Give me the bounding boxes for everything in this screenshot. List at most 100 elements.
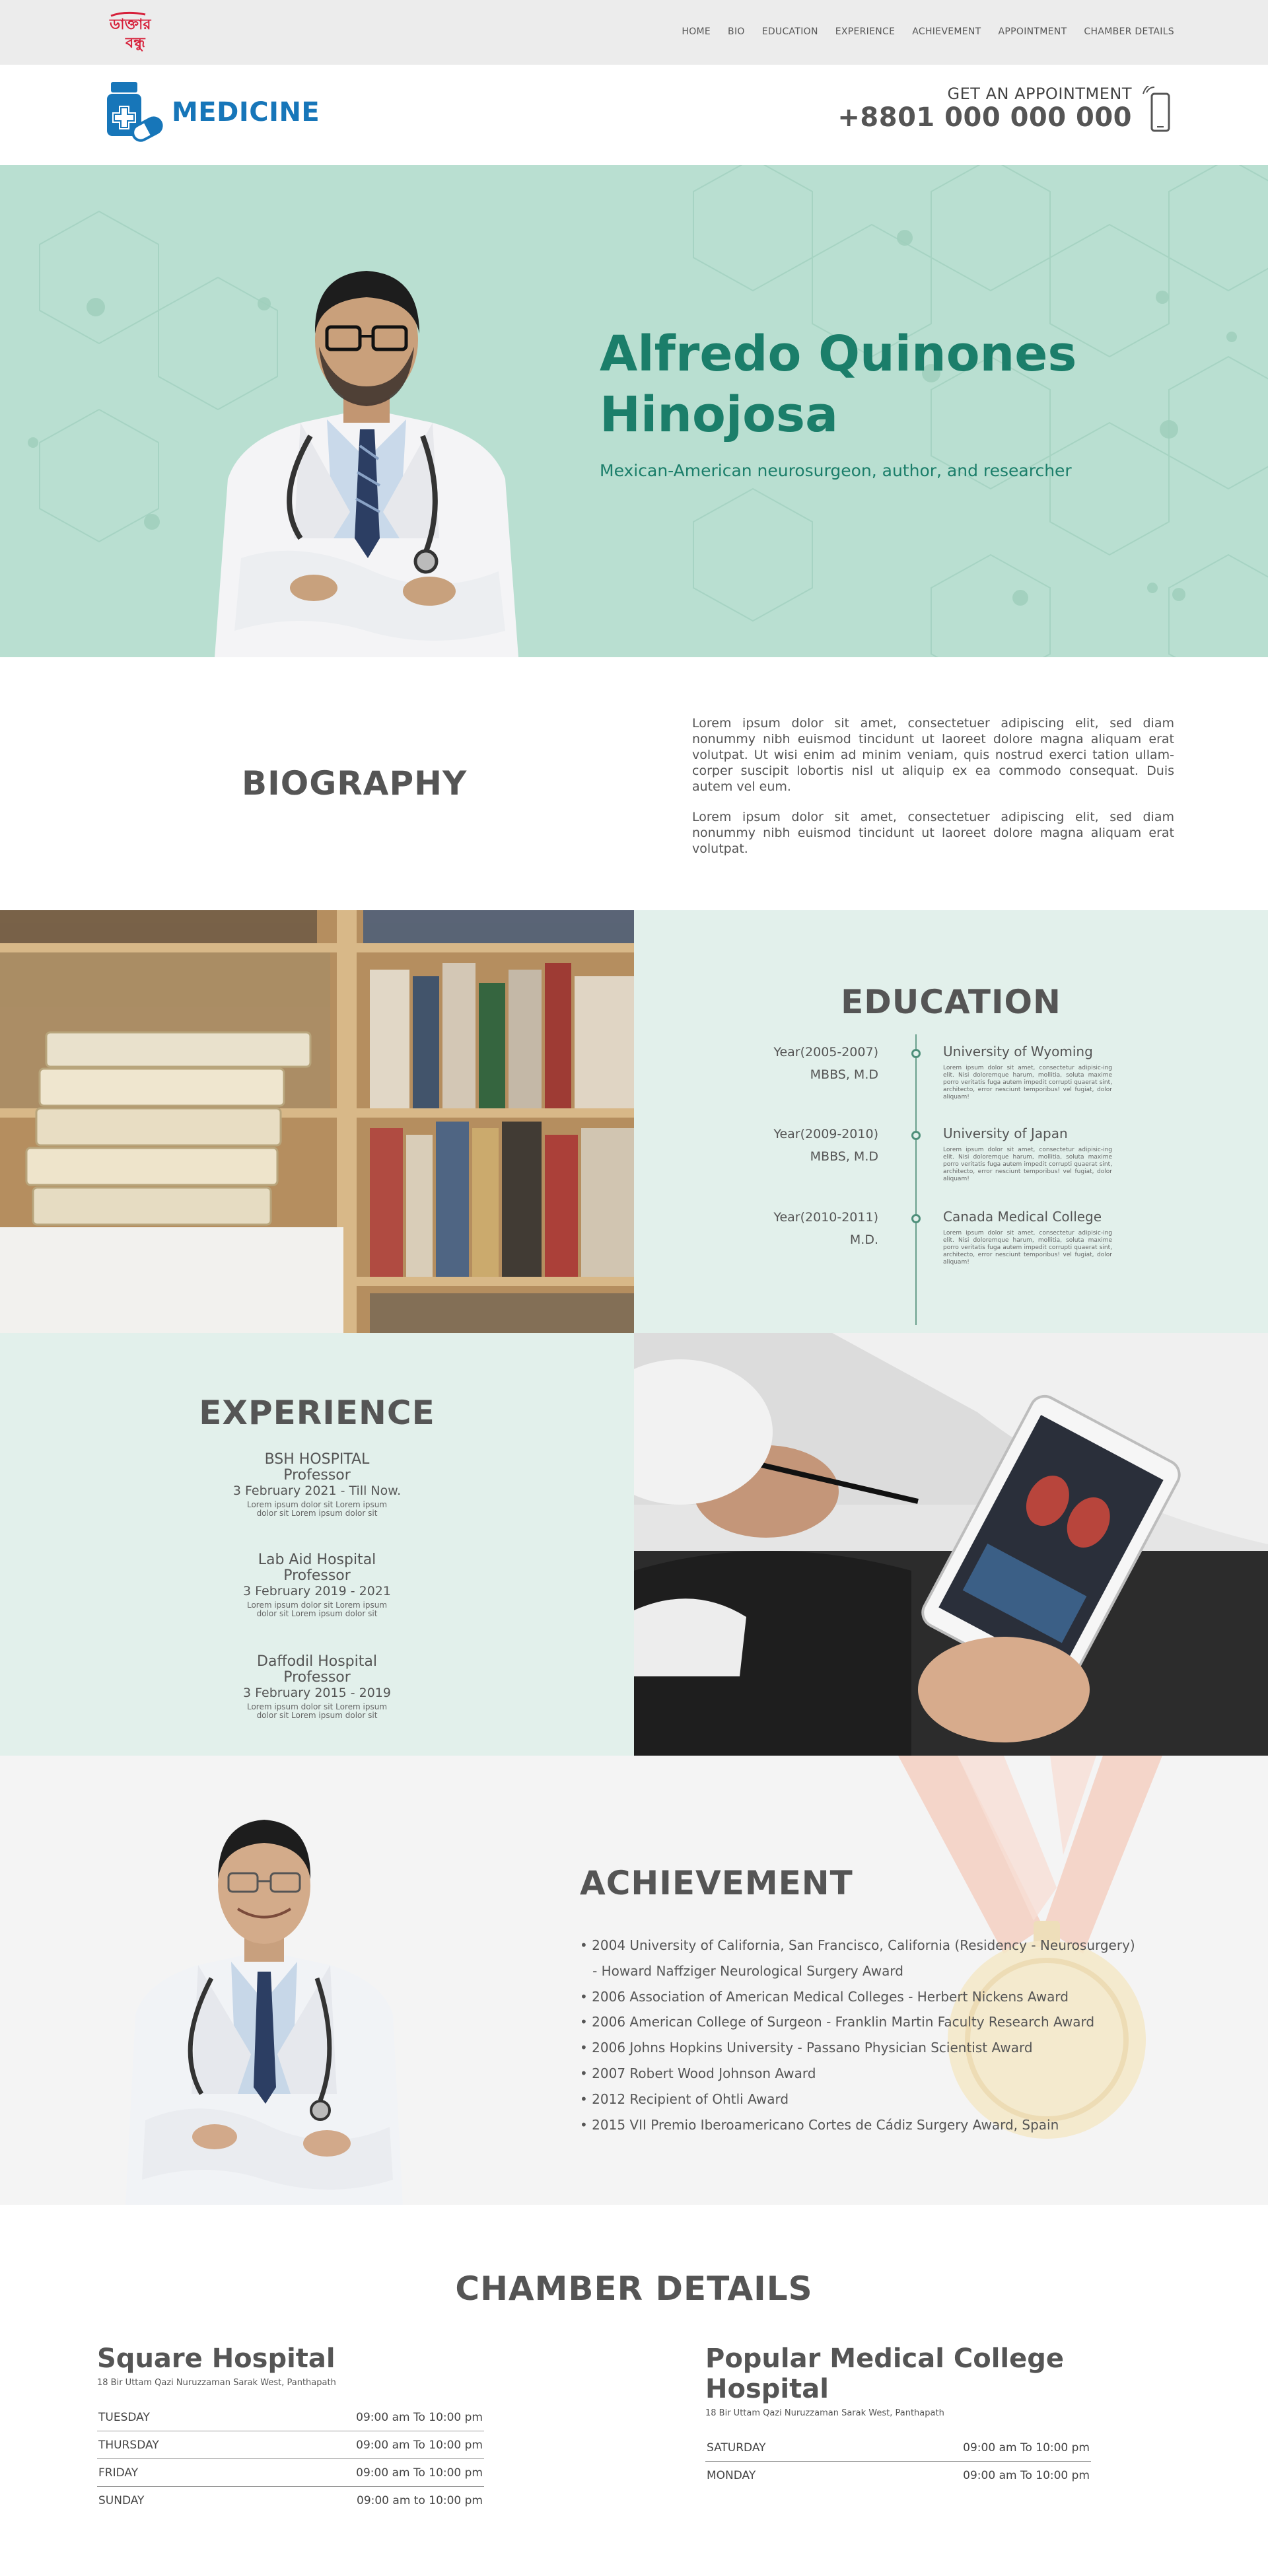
achievement-item: • 2012 Recipient of Ohtli Award — [580, 2091, 789, 2107]
schedule-row: MONDAY 09:00 am To 10:00 pm — [705, 2462, 1091, 2489]
experience-description: Lorem ipsum dolor sit Lorem ipsum dolor … — [246, 1600, 388, 1618]
hospital-name: Square Hospital — [97, 2343, 335, 2374]
nav-experience[interactable]: EXPERIENCE — [835, 26, 896, 37]
education-description: Lorem ipsum dolor sit amet, consectetur … — [943, 1147, 1112, 1182]
books-image — [0, 910, 634, 1333]
schedule-day: MONDAY — [707, 2469, 756, 2482]
experience-section: EXPERIENCE BSH HOSPITAL Professor 3 Febr… — [0, 1333, 1268, 1756]
nav-bio[interactable]: BIO — [728, 26, 745, 37]
schedule-row: TUESDAY 09:00 am To 10:00 pm — [97, 2404, 484, 2431]
education-degree: MBBS, M.D — [810, 1067, 878, 1082]
achievement-item: • 2006 American College of Surgeon - Fra… — [580, 2014, 1095, 2030]
experience-description: Lorem ipsum dolor sit Lorem ipsum dolor … — [246, 1500, 388, 1518]
achievement-item: • 2004 University of California, San Fra… — [580, 1937, 1135, 1953]
schedule-time: 09:00 am To 10:00 pm — [963, 2441, 1090, 2454]
biography-paragraph: Lorem ipsum dolor sit amet, consectetuer… — [692, 810, 1174, 856]
experience-role: Professor — [283, 1567, 351, 1584]
achievement-title: ACHIEVEMENT — [580, 1864, 853, 1902]
education-item: Year(2010-2011) M.D. Canada Medical Coll… — [634, 1206, 1268, 1285]
experience-hospital: Lab Aid Hospital — [258, 1552, 376, 1568]
education-school: Canada Medical College — [943, 1209, 1102, 1225]
experience-dates: 3 February 2015 - 2019 — [242, 1686, 391, 1700]
achievement-item: • 2015 VII Premio Iberoamericano Cortes … — [580, 2116, 1059, 2133]
achievement-item: • 2007 Robert Wood Johnson Award — [580, 2065, 816, 2081]
appointment-contact: GET AN APPOINTMENT +8801 000 000 000 — [837, 85, 1132, 132]
schedule-day: SUNDAY — [98, 2494, 145, 2507]
achievement-list: • 2004 University of California, San Fra… — [580, 1933, 1135, 2137]
achievement-item: • 2006 Association of American Medical C… — [580, 1988, 1069, 2005]
experience-item: Lab Aid Hospital Professor 3 February 20… — [33, 1552, 601, 1618]
experience-item: BSH HOSPITAL Professor 3 February 2021 -… — [33, 1452, 601, 1518]
education-year: Year(2010-2011) M.D. — [773, 1206, 878, 1251]
schedule-day: SATURDAY — [707, 2441, 766, 2454]
doctor-subtitle: Mexican-American neurosurgeon, author, a… — [600, 461, 1072, 480]
doctor-name-line1: Alfredo Quinones — [600, 326, 1077, 382]
nav-chamber-details[interactable]: CHAMBER DETAILS — [1084, 26, 1174, 37]
page: ডাক্তার বন্ধু HOME BIO EDUCATION EXPERIE… — [0, 0, 1268, 2576]
biography-title: BIOGRAPHY — [242, 764, 468, 803]
experience-role: Professor — [283, 1467, 351, 1484]
chamber-details-title: CHAMBER DETAILS — [455, 2270, 813, 2308]
schedule-time: 09:00 am To 10:00 pm — [356, 2466, 483, 2480]
nav-appointment[interactable]: APPOINTMENT — [999, 26, 1067, 37]
education-year-text: Year(2010-2011) — [773, 1210, 878, 1225]
experience-dates: 3 February 2019 - 2021 — [242, 1584, 391, 1598]
brand-name: MEDICINE — [172, 97, 320, 127]
schedule-time: 09:00 am to 10:00 pm — [357, 2494, 483, 2507]
tablet-consultation-image — [634, 1333, 1268, 1756]
hospital-address: 18 Bir Uttam Qazi Nuruzzaman Sarak West,… — [97, 2378, 336, 2388]
schedule-time: 09:00 am To 10:00 pm — [356, 2411, 483, 2424]
education-description: Lorem ipsum dolor sit amet, consectetur … — [943, 1065, 1112, 1100]
nav-home[interactable]: HOME — [682, 26, 711, 37]
svg-text:ডাক্তার: ডাক্তার — [109, 17, 151, 33]
hospital-card: Square Hospital 18 Bir Uttam Qazi Nuruzz… — [97, 2343, 484, 2514]
education-degree: MBBS, M.D — [810, 1149, 878, 1164]
experience-role: Professor — [283, 1669, 351, 1686]
education-section: EDUCATION Year(2005-2007) MBBS, M.D Univ… — [0, 910, 1268, 1333]
mobile-phone-icon — [1143, 86, 1170, 132]
schedule-day: TUESDAY — [98, 2411, 150, 2424]
doctor-portrait-image — [125, 1820, 403, 2205]
schedule-row: THURSDAY 09:00 am To 10:00 pm — [97, 2431, 484, 2459]
biography-section: BIOGRAPHY Lorem ipsum dolor sit amet, co… — [0, 657, 1268, 910]
education-year-text: Year(2005-2007) — [773, 1045, 878, 1059]
achievement-item: • 2006 Johns Hopkins University - Passan… — [580, 2040, 1033, 2056]
experience-panel: EXPERIENCE BSH HOSPITAL Professor 3 Febr… — [0, 1333, 634, 1756]
schedule-time: 09:00 am To 10:00 pm — [356, 2439, 483, 2452]
achievement-item: - Howard Naffziger Neurological Surgery … — [580, 1962, 903, 1979]
biography-text: Lorem ipsum dolor sit amet, consectetuer… — [692, 715, 1174, 871]
experience-hospital: Daffodil Hospital — [257, 1653, 377, 1670]
doctor-name-line2: Hinojosa — [600, 386, 839, 443]
doctor-name: Alfredo Quinones Hinojosa — [600, 324, 1076, 445]
schedule-time: 09:00 am To 10:00 pm — [963, 2469, 1090, 2482]
schedule-row: SUNDAY 09:00 am to 10:00 pm — [97, 2487, 484, 2514]
hospital-name: Popular Medical College Hospital — [705, 2343, 1065, 2404]
brand-logo[interactable]: MEDICINE — [102, 81, 320, 144]
medicine-bottle-icon — [107, 82, 163, 142]
education-description: Lorem ipsum dolor sit amet, consectetur … — [943, 1230, 1112, 1266]
schedule-day: FRIDAY — [98, 2466, 139, 2480]
main-nav: HOME BIO EDUCATION EXPERIENCE ACHIEVEMEN… — [682, 26, 1174, 37]
appointment-phone[interactable]: +8801 000 000 000 — [837, 103, 1132, 132]
schedule-table: SATURDAY 09:00 am To 10:00 pm MONDAY 09:… — [705, 2434, 1091, 2489]
experience-dates: 3 February 2021 - Till Now. — [232, 1484, 402, 1498]
nav-education[interactable]: EDUCATION — [762, 26, 818, 37]
education-year: Year(2005-2007) MBBS, M.D — [773, 1041, 878, 1086]
timeline-dot — [911, 1131, 921, 1140]
brand-bar: MEDICINE GET AN APPOINTMENT +8801 000 00… — [0, 65, 1268, 165]
education-item: Year(2009-2010) MBBS, M.D University of … — [634, 1123, 1268, 1202]
svg-text:বন্ধু: বন্ধু — [125, 35, 146, 52]
nav-achievement[interactable]: ACHIEVEMENT — [912, 26, 981, 37]
doctor-portrait-image — [215, 271, 518, 657]
experience-item: Daffodil Hospital Professor 3 February 2… — [33, 1654, 601, 1720]
experience-hospital: BSH HOSPITAL — [264, 1451, 370, 1468]
site-logo[interactable]: ডাক্তার বন্ধু — [106, 9, 177, 53]
education-degree: M.D. — [849, 1233, 878, 1247]
experience-description: Lorem ipsum dolor sit Lorem ipsum dolor … — [246, 1702, 388, 1720]
schedule-day: THURSDAY — [98, 2439, 159, 2452]
biography-paragraph: Lorem ipsum dolor sit amet, consectetuer… — [692, 716, 1174, 794]
education-school: University of Wyoming — [943, 1044, 1093, 1059]
experience-title: EXPERIENCE — [199, 1394, 435, 1432]
education-panel: EDUCATION Year(2005-2007) MBBS, M.D Univ… — [634, 910, 1268, 1333]
education-year: Year(2009-2010) MBBS, M.D — [773, 1123, 878, 1168]
